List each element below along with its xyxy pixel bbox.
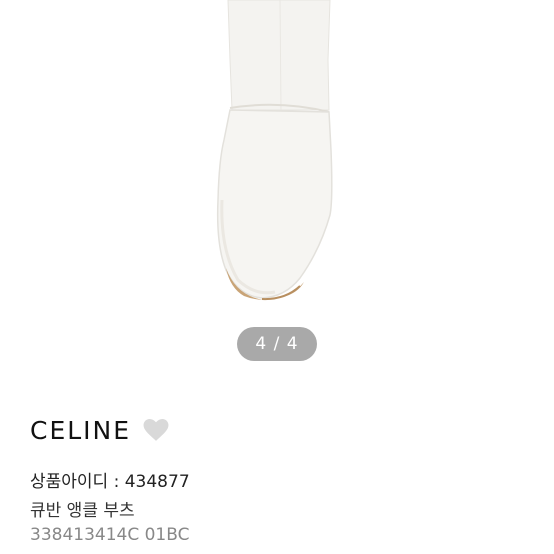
brand-row: CELINE — [30, 412, 530, 448]
image-pager: 4 / 4 — [237, 327, 317, 361]
product-image — [216, 0, 333, 301]
pager-total: 4 — [286, 334, 299, 354]
brand-name[interactable]: CELINE — [30, 416, 131, 445]
product-image-gallery[interactable]: 4 / 4 — [0, 0, 554, 380]
product-code: 338413414C 01BC — [30, 525, 190, 545]
product-name: 큐반 앵클 부츠 — [30, 501, 135, 521]
pager-separator: / — [273, 334, 281, 354]
pager-current: 4 — [255, 334, 268, 354]
product-info: CELINE 상품아이디 : 434877 큐반 앵클 부츠 338413414… — [30, 412, 530, 546]
heart-icon[interactable] — [143, 418, 169, 442]
product-id: 상품아이디 : 434877 — [30, 472, 190, 492]
